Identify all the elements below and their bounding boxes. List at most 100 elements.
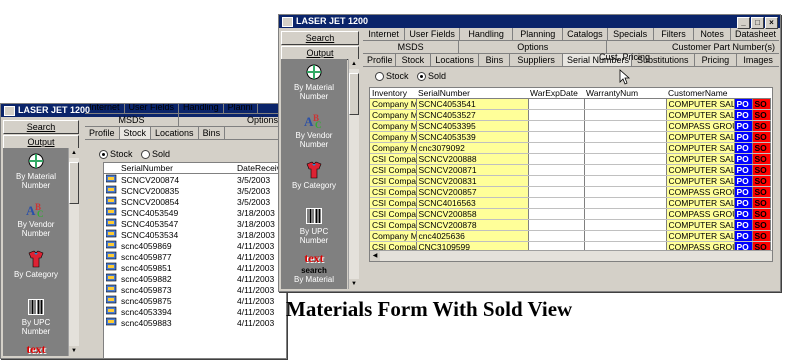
- tab-stock[interactable]: Stock: [119, 127, 152, 139]
- table-row[interactable]: scnc4059883 4/11/2003: [104, 317, 286, 328]
- tab-handling[interactable]: Handling: [460, 28, 514, 40]
- tab-row-2: MSDS Options Customer Part Number(s): [363, 41, 779, 54]
- tab-pricing[interactable]: Pricing: [695, 54, 738, 66]
- by-material-number-item[interactable]: By Material Number: [281, 63, 347, 101]
- tab-internet[interactable]: Internet: [363, 28, 406, 40]
- table-row[interactable]: CSI Compas SCNC4016563 COMPUTER SALE PO SO: [370, 197, 771, 209]
- table-row[interactable]: Company M SCNC4053395 COMPASS GROUI PO SO: [370, 120, 771, 132]
- stock-radio[interactable]: Stock: [375, 71, 409, 82]
- by-vendor-number-item[interactable]: ABC By Vendor Number: [3, 200, 69, 238]
- tab-planning[interactable]: Planni: [224, 104, 258, 113]
- tab-msds[interactable]: MSDS: [85, 114, 179, 126]
- search-button[interactable]: Search: [3, 120, 79, 134]
- text-search-item[interactable]: text search By Material: [281, 251, 347, 284]
- table-row[interactable]: SCNC4053549 3/18/2003: [104, 207, 286, 218]
- scroll-down-icon[interactable]: ▼: [69, 346, 79, 356]
- tab-handling[interactable]: Handling: [179, 104, 224, 113]
- table-row[interactable]: CSI Compas SCNCV200878 COMPUTER SALE PO SO: [370, 219, 771, 231]
- scroll-down-icon[interactable]: ▼: [349, 279, 359, 289]
- search-button[interactable]: Search: [281, 31, 359, 45]
- tab-images[interactable]: Images: [737, 54, 779, 66]
- output-button[interactable]: Output: [281, 46, 359, 60]
- tab-msds[interactable]: MSDS: [363, 41, 460, 53]
- table-row[interactable]: Company Mcnc3079092 COMPUTER SALE PO SO: [370, 142, 771, 154]
- tab-internet[interactable]: Internet: [85, 104, 125, 113]
- war-exp-date-cell: [528, 164, 585, 176]
- date-received-cell: 4/11/2003: [237, 295, 275, 306]
- tab-locations[interactable]: Locations: [431, 54, 480, 66]
- tab-catalogs[interactable]: Catalogs: [563, 28, 608, 40]
- tab-user-fields[interactable]: User Fields: [125, 104, 180, 113]
- tab-stock[interactable]: Stock: [396, 54, 431, 66]
- table-row[interactable]: CSI Compas SCNCV200831 COMPUTER SALE PO SO: [370, 175, 771, 187]
- scroll-left-icon[interactable]: ◀: [370, 251, 380, 261]
- table-row[interactable]: scnc4059873 4/11/2003: [104, 284, 286, 295]
- tab-bins[interactable]: Bins: [199, 127, 226, 139]
- table-row[interactable]: SCNC4053547 3/18/2003: [104, 218, 286, 229]
- by-material-number-item[interactable]: By Material Number: [3, 152, 69, 190]
- scroll-up-icon[interactable]: ▲: [349, 59, 359, 69]
- scroll-thumb[interactable]: [349, 73, 359, 115]
- table-row[interactable]: CSI Compas SCNCV200857 COMPASS GROUI PO SO: [370, 186, 771, 198]
- tab-user-fields[interactable]: User Fields: [405, 28, 460, 40]
- table-row[interactable]: scnc4053394 4/11/2003: [104, 306, 286, 317]
- table-row[interactable]: SCNCV200874 3/5/2003: [104, 174, 286, 186]
- table-row[interactable]: scnc4059882 4/11/2003: [104, 273, 286, 284]
- by-category-item[interactable]: By Category: [281, 161, 347, 190]
- sidebar-scrollbar[interactable]: ▲ ▼: [68, 148, 79, 356]
- tab-profile[interactable]: Profile: [85, 127, 120, 139]
- scroll-thumb[interactable]: [69, 162, 79, 204]
- text-search-item[interactable]: text search By Material: [3, 342, 69, 358]
- cust-pricing-tab-label[interactable]: Cust. Pricing: [599, 52, 650, 62]
- by-category-item[interactable]: By Category: [3, 250, 69, 279]
- so-flag-cell: SO: [752, 175, 771, 187]
- tab-filters[interactable]: Filters: [654, 28, 695, 40]
- tab-locations[interactable]: Locations: [151, 127, 199, 139]
- by-upc-number-item[interactable]: By UPC Number: [281, 207, 347, 245]
- table-row[interactable]: Company M SCNC4053539 COMPUTER SALE PO SO: [370, 131, 771, 143]
- scroll-up-icon[interactable]: ▲: [69, 148, 79, 158]
- table-row[interactable]: Company Mcnc4025636 COMPUTER SALE PO SO: [370, 230, 771, 242]
- by-vendor-number-item[interactable]: ABC By Vendor Number: [281, 111, 347, 149]
- table-row[interactable]: Company M SCNC4053527 COMPUTER SALE PO SO: [370, 109, 771, 121]
- tab-options[interactable]: Options: [459, 41, 608, 53]
- so-flag-cell: SO: [752, 186, 771, 198]
- column-header: SerialNumber: [119, 163, 235, 174]
- inventory-cell: CSI Compas: [370, 219, 417, 231]
- by-upc-number-item[interactable]: By UPC Number: [3, 298, 69, 336]
- table-row[interactable]: Company M SCNC4053541 COMPUTER SALE PO SO: [370, 98, 771, 110]
- tab-profile[interactable]: Profile: [363, 54, 396, 66]
- radio-dot: [375, 72, 384, 82]
- text-search-icon: text: [304, 251, 324, 265]
- serial-number-table: SerialNumber DateReceive SCNCV200874 3/5/2…: [104, 163, 286, 328]
- date-received-cell: 4/11/2003: [237, 317, 275, 328]
- table-row[interactable]: scnc4059875 4/11/2003: [104, 295, 286, 306]
- table-row[interactable]: SCNCV200854 3/5/2003: [104, 196, 286, 207]
- sold-radio[interactable]: Sold: [417, 71, 446, 82]
- tab-strip: Internet User Fields Handling Planning C…: [363, 28, 779, 67]
- title-bar[interactable]: LASER JET 1200 _ □ ×: [279, 15, 780, 29]
- table-row[interactable]: scnc4059877 4/11/2003: [104, 251, 286, 262]
- tab-notes[interactable]: Notes: [694, 28, 731, 40]
- stock-radio[interactable]: Stock: [99, 149, 133, 160]
- table-row[interactable]: CSI Compas SCNCV200888 COMPUTER SALE PO SO: [370, 153, 771, 165]
- table-row[interactable]: CSI Compas SCNCV200858 COMPASS GROUI PO SO: [370, 208, 771, 220]
- table-row[interactable]: scnc4059869 4/11/2003: [104, 240, 286, 251]
- abc-blocks-icon: A BC: [26, 202, 44, 219]
- output-button[interactable]: Output: [3, 135, 79, 149]
- warranty-num-cell: [584, 164, 667, 176]
- tab-specials[interactable]: Specials: [608, 28, 654, 40]
- sold-radio[interactable]: Sold: [141, 149, 170, 160]
- tab-bins[interactable]: Bins: [479, 54, 511, 66]
- tab-planning[interactable]: Planning: [513, 28, 564, 40]
- tab-datasheet[interactable]: Datasheet: [731, 28, 779, 40]
- tab-suppliers[interactable]: Suppliers: [510, 54, 563, 66]
- table-row[interactable]: scnc4059851 4/11/2003: [104, 262, 286, 273]
- sidebar-scrollbar[interactable]: ▲ ▼: [348, 59, 359, 289]
- table-row[interactable]: SCNC4053534 3/18/2003: [104, 229, 286, 240]
- horizontal-scrollbar[interactable]: ◀: [370, 250, 772, 261]
- table-row[interactable]: SCNCV200835 3/5/2003: [104, 185, 286, 196]
- table-row[interactable]: CSI Compas SCNCV200871 COMPUTER SALE PO SO: [370, 164, 771, 176]
- warranty-num-cell: [584, 219, 667, 231]
- tab-options[interactable]: Options: [179, 114, 283, 126]
